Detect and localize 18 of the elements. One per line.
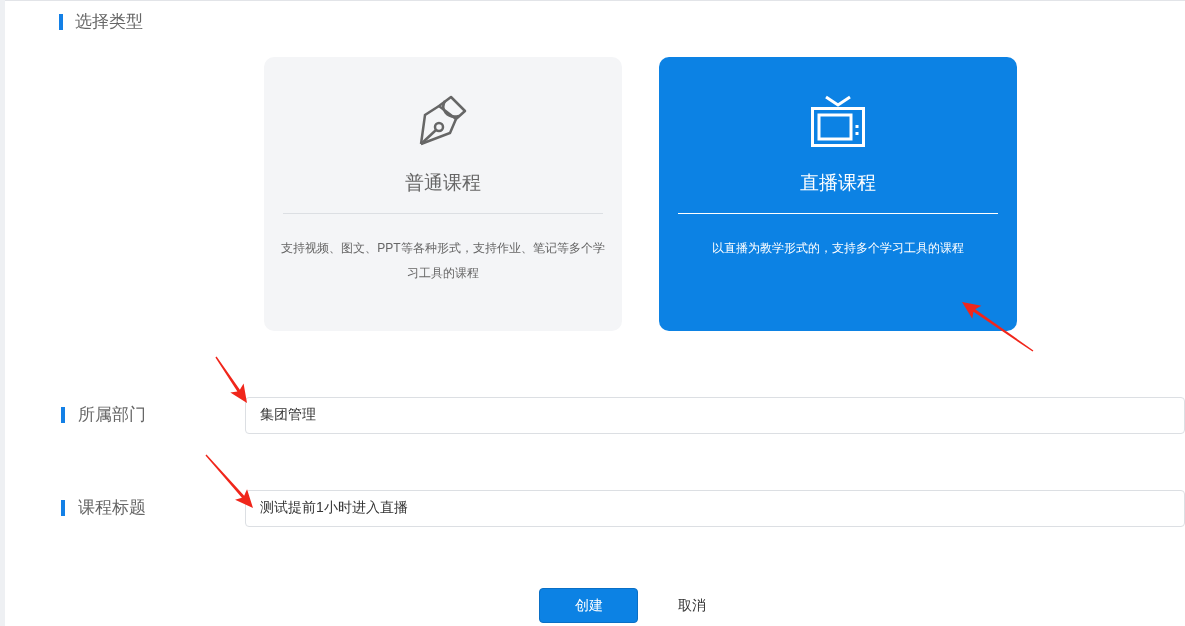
course-type-card[interactable]: 普通课程 支持视频、图文、PPT等各种形式，支持作业、笔记等多个学习工具的课程 — [264, 56, 622, 331]
create-button[interactable]: 创建 — [539, 587, 638, 623]
pen-nib-icon — [417, 94, 469, 147]
text-input-field[interactable]: 测试提前1小时进入直播 — [245, 489, 1185, 527]
tv-icon — [811, 94, 865, 147]
course-type-card[interactable]: 直播课程 以直播为教学形式的，支持多个学习工具的课程 — [659, 56, 1017, 331]
text-input-field[interactable]: 集团管理 — [245, 396, 1185, 434]
annotation-arrow — [205, 454, 253, 508]
field-label: 所属部门 — [77, 404, 147, 427]
card-description: 支持视频、图文、PPT等各种形式，支持作业、笔记等多个学习工具的课程 — [280, 240, 606, 282]
cancel-button[interactable]: 取消 — [660, 587, 724, 623]
annotation-arrow — [215, 356, 247, 403]
card-description: 以直播为教学形式的，支持多个学习工具的课程 — [711, 240, 965, 257]
card-title: 普通课程 — [405, 170, 481, 195]
annotation-arrow — [962, 302, 1034, 352]
card-title: 直播课程 — [800, 170, 876, 195]
section-title: 选择类型 — [75, 11, 143, 33]
field-label: 课程标题 — [77, 497, 147, 520]
